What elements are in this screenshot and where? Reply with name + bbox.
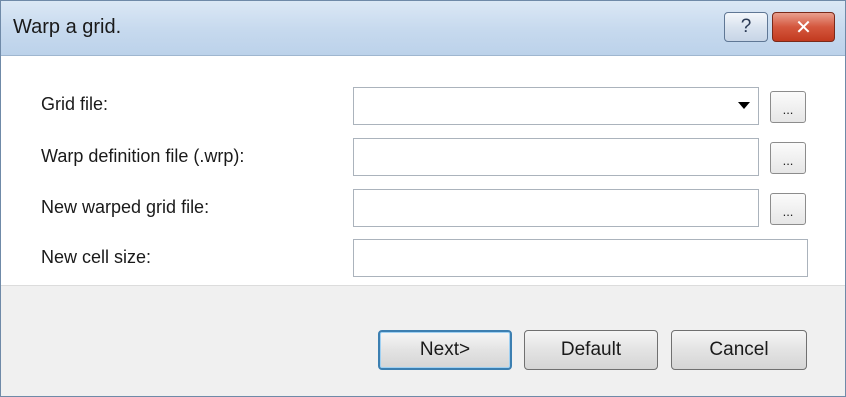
grid-file-browse-button[interactable]: ... [770, 91, 806, 123]
cancel-button[interactable]: Cancel [671, 330, 807, 370]
grid-file-combobox[interactable] [353, 87, 759, 125]
new-grid-field[interactable] [353, 189, 759, 227]
new-grid-label: New warped grid file: [41, 197, 210, 217]
new-grid-input[interactable] [354, 190, 758, 226]
chevron-down-icon[interactable] [738, 102, 750, 109]
grid-file-label: Grid file: [41, 94, 109, 114]
dialog-window: Warp a grid. ? ✕ Grid file: ... Warp def… [0, 0, 846, 397]
help-icon: ? [740, 16, 752, 37]
warp-definition-input[interactable] [354, 139, 758, 175]
cell-size-label: New cell size: [41, 247, 152, 267]
new-grid-browse-button[interactable]: ... [770, 193, 806, 225]
next-button[interactable]: Next> [378, 330, 512, 370]
warp-definition-field[interactable] [353, 138, 759, 176]
warp-definition-browse-button[interactable]: ... [770, 142, 806, 174]
window-title: Warp a grid. [13, 16, 122, 38]
cell-size-input[interactable] [354, 240, 807, 276]
warp-definition-label: Warp definition file (.wrp): [41, 146, 245, 166]
button-bar: Next> Default Cancel [1, 285, 845, 396]
form-panel: Grid file: ... Warp definition file (.wr… [1, 56, 845, 285]
cell-size-field[interactable] [353, 239, 808, 277]
help-button[interactable]: ? [724, 12, 768, 42]
close-button[interactable]: ✕ [772, 12, 835, 42]
close-icon: ✕ [795, 16, 812, 39]
default-button[interactable]: Default [524, 330, 658, 370]
title-bar: Warp a grid. ? ✕ [1, 1, 845, 56]
grid-file-input[interactable] [354, 88, 758, 124]
